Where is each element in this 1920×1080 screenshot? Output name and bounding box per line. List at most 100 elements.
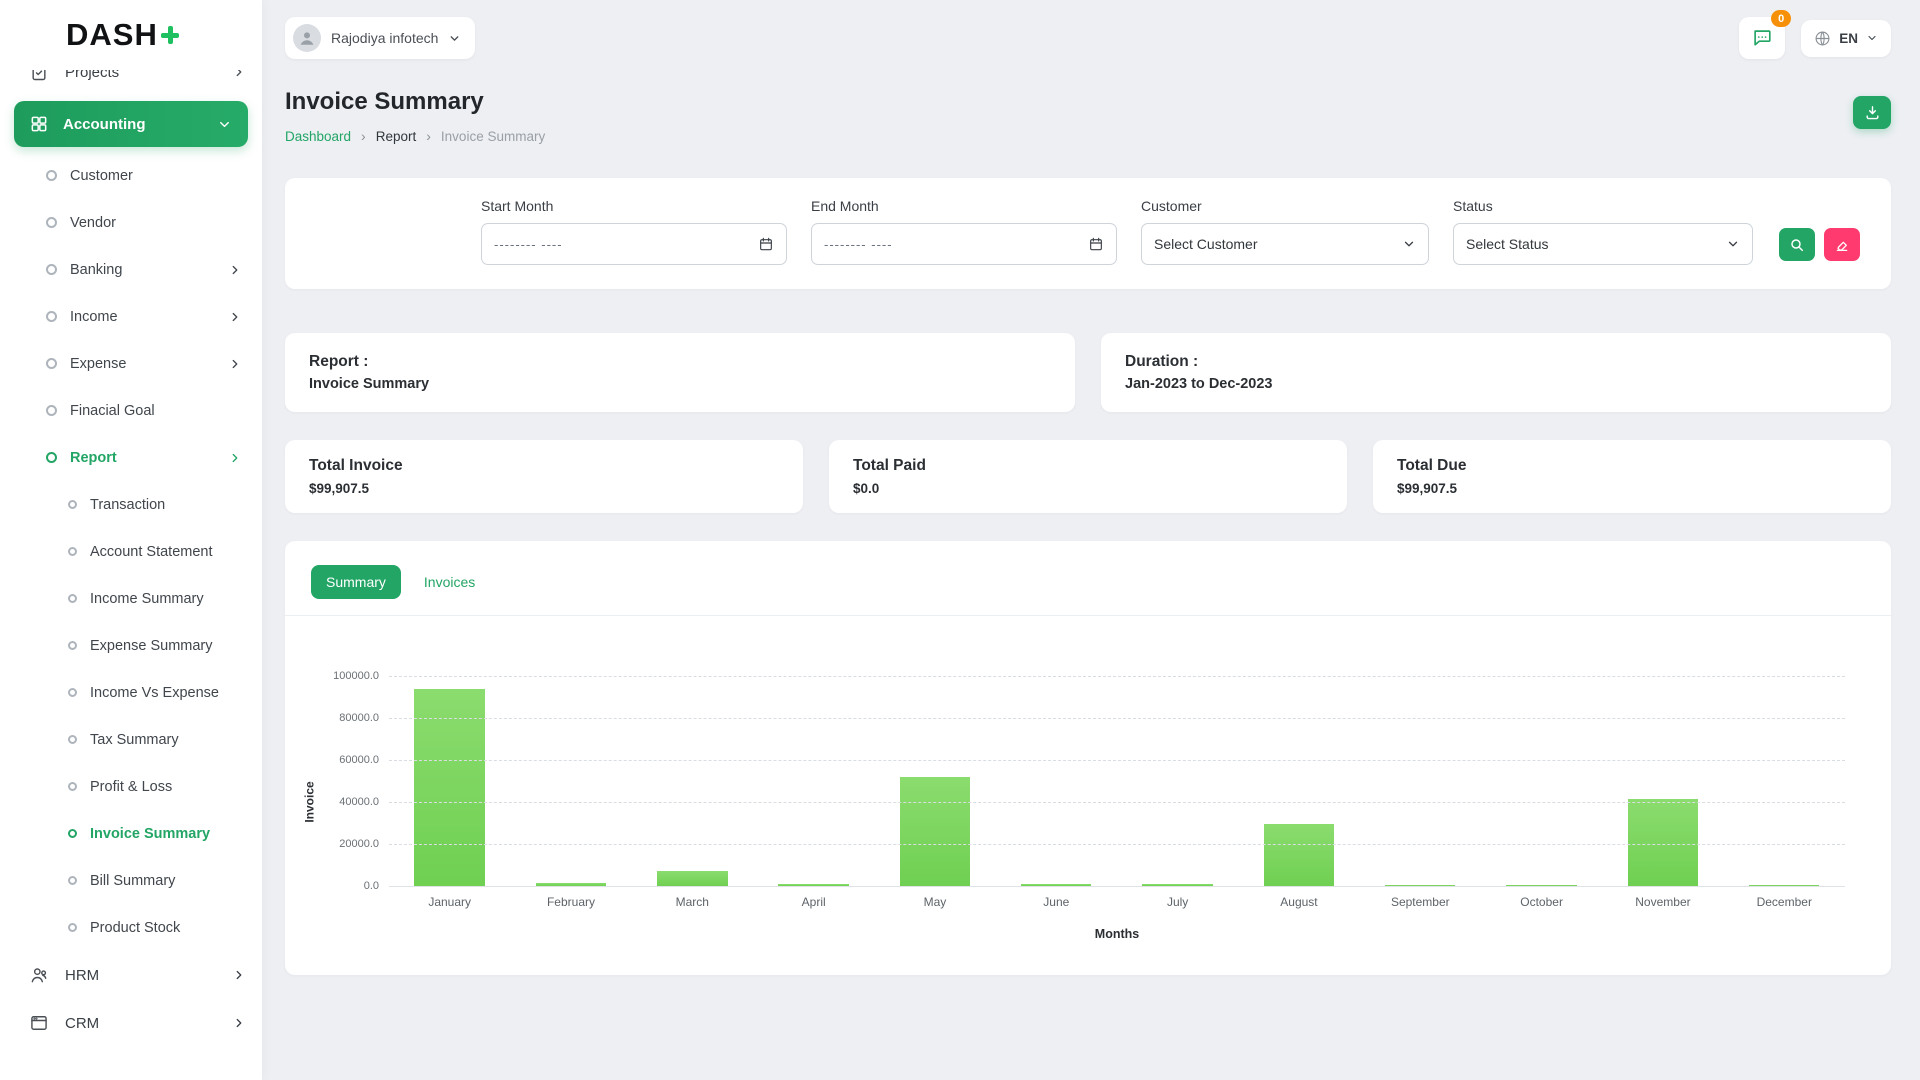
status-select[interactable]: Select Status xyxy=(1453,223,1753,265)
bar-november[interactable] xyxy=(1628,799,1698,886)
sidebar-item-accounting[interactable]: Accounting xyxy=(14,101,248,147)
calendar-icon xyxy=(758,236,774,252)
sidebar-item-income-vs-expense[interactable]: Income Vs Expense xyxy=(0,669,262,716)
bullet-icon xyxy=(68,688,77,697)
sidebar-item-label: CRM xyxy=(65,1015,232,1032)
chevron-right-icon xyxy=(228,310,242,324)
sidebar-item-bill-summary[interactable]: Bill Summary xyxy=(0,857,262,904)
x-tick-label: June xyxy=(996,895,1117,909)
chart-xlabel: Months xyxy=(389,927,1845,941)
app-logo[interactable]: DASH xyxy=(0,0,262,70)
chevron-right-icon xyxy=(232,968,246,982)
calendar-icon xyxy=(1088,236,1104,252)
sidebar-item-report[interactable]: Report xyxy=(0,434,262,481)
bullet-icon xyxy=(68,594,77,603)
bar-slot xyxy=(874,676,995,886)
sidebar-item-vendor[interactable]: Vendor xyxy=(0,199,262,246)
sidebar-item-product-stock[interactable]: Product Stock xyxy=(0,904,262,951)
sidebar-item-label: Transaction xyxy=(90,497,242,513)
report-value: Invoice Summary xyxy=(309,376,1051,392)
customer-select[interactable]: Select Customer xyxy=(1141,223,1429,265)
sidebar-item-label: Report xyxy=(70,450,228,466)
total-due-value: $99,907.5 xyxy=(1397,481,1867,496)
bullet-icon xyxy=(68,735,77,744)
company-name: Rajodiya infotech xyxy=(331,30,438,46)
sidebar-item-expense[interactable]: Expense xyxy=(0,340,262,387)
report-info-row: Report : Invoice Summary Duration : Jan-… xyxy=(285,333,1891,412)
breadcrumb: Dashboard › Report › Invoice Summary xyxy=(285,128,545,144)
chevron-right-icon xyxy=(232,1016,246,1030)
globe-icon xyxy=(1814,30,1831,47)
bar-slot xyxy=(1117,676,1238,886)
chevron-right-icon xyxy=(228,357,242,371)
bullet-icon xyxy=(68,782,77,791)
total-due-card: Total Due $99,907.5 xyxy=(1373,440,1891,513)
sidebar-item-label: Invoice Summary xyxy=(90,826,242,842)
crm-icon xyxy=(28,1012,50,1034)
apply-filter-button[interactable] xyxy=(1779,228,1815,261)
sidebar-item-income[interactable]: Income xyxy=(0,293,262,340)
customer-field: Customer Select Customer xyxy=(1141,198,1429,265)
sidebar-item-account-statement[interactable]: Account Statement xyxy=(0,528,262,575)
sidebar-item-expense-summary[interactable]: Expense Summary xyxy=(0,622,262,669)
end-month-field: End Month -------- ---- xyxy=(811,198,1117,265)
sidebar-item-label: Account Statement xyxy=(90,544,242,560)
start-month-input[interactable]: -------- ---- xyxy=(481,223,787,265)
y-tick-label: 0.0 xyxy=(307,880,379,892)
invoice-chart: Invoice 0.020000.040000.060000.080000.01… xyxy=(389,676,1845,941)
chart-tabs: Summary Invoices xyxy=(285,565,1891,599)
chart-plot: 0.020000.040000.060000.080000.0100000.0 xyxy=(389,676,1845,886)
chat-icon xyxy=(1751,27,1773,49)
sidebar-item-label: Banking xyxy=(70,262,228,278)
sidebar-item-label: Bill Summary xyxy=(90,873,242,889)
sidebar: Projects Accounting CustomerVendorBankin… xyxy=(0,0,262,1080)
bullet-icon xyxy=(68,829,77,838)
sidebar-item-label: Vendor xyxy=(70,215,242,231)
breadcrumb-report[interactable]: Report xyxy=(376,129,417,144)
bullet-icon xyxy=(46,170,57,181)
sidebar-item-banking[interactable]: Banking xyxy=(0,246,262,293)
bar-slot xyxy=(510,676,631,886)
bar-august[interactable] xyxy=(1264,824,1334,886)
bar-may[interactable] xyxy=(900,777,970,886)
bar-march[interactable] xyxy=(657,871,727,886)
sidebar-item-hrm[interactable]: HRM xyxy=(0,951,262,999)
report-label: Report : xyxy=(309,353,1051,371)
sidebar-item-profit-loss[interactable]: Profit & Loss xyxy=(0,763,262,810)
sidebar-item-finacial-goal[interactable]: Finacial Goal xyxy=(0,387,262,434)
y-tick-label: 20000.0 xyxy=(307,838,379,850)
messages-button[interactable]: 0 xyxy=(1739,17,1785,59)
sidebar-item-label: Product Stock xyxy=(90,920,242,936)
hrm-icon xyxy=(28,964,50,986)
sidebar-item-transaction[interactable]: Transaction xyxy=(0,481,262,528)
download-button[interactable] xyxy=(1853,96,1891,129)
bullet-icon xyxy=(68,500,77,509)
tab-invoices[interactable]: Invoices xyxy=(409,565,490,599)
sidebar-bottom: HRM CRM xyxy=(0,951,262,1047)
y-tick-label: 80000.0 xyxy=(307,712,379,724)
sidebar-item-label: Expense xyxy=(70,356,228,372)
bullet-icon xyxy=(68,923,77,932)
chevron-down-icon xyxy=(448,32,461,45)
logo-plus-icon xyxy=(161,26,179,44)
tab-summary[interactable]: Summary xyxy=(311,565,401,599)
sidebar-item-tax-summary[interactable]: Tax Summary xyxy=(0,716,262,763)
sidebar-item-crm[interactable]: CRM xyxy=(0,999,262,1047)
customer-label: Customer xyxy=(1141,198,1429,214)
sidebar-item-invoice-summary[interactable]: Invoice Summary xyxy=(0,810,262,857)
grid-icon xyxy=(28,113,50,135)
x-tick-label: July xyxy=(1117,895,1238,909)
sidebar-item-customer[interactable]: Customer xyxy=(0,152,262,199)
breadcrumb-dashboard[interactable]: Dashboard xyxy=(285,129,351,144)
topbar-actions: 0 EN xyxy=(1739,17,1891,59)
chevron-right-icon xyxy=(228,263,242,277)
start-month-label: Start Month xyxy=(481,198,787,214)
company-selector[interactable]: Rajodiya infotech xyxy=(285,17,475,59)
sidebar-item-income-summary[interactable]: Income Summary xyxy=(0,575,262,622)
duration-value: Jan-2023 to Dec-2023 xyxy=(1125,376,1867,392)
end-month-input[interactable]: -------- ---- xyxy=(811,223,1117,265)
language-selector[interactable]: EN xyxy=(1801,20,1891,57)
chevron-down-icon xyxy=(217,117,232,132)
reset-filter-button[interactable] xyxy=(1824,228,1860,261)
total-invoice-value: $99,907.5 xyxy=(309,481,779,496)
